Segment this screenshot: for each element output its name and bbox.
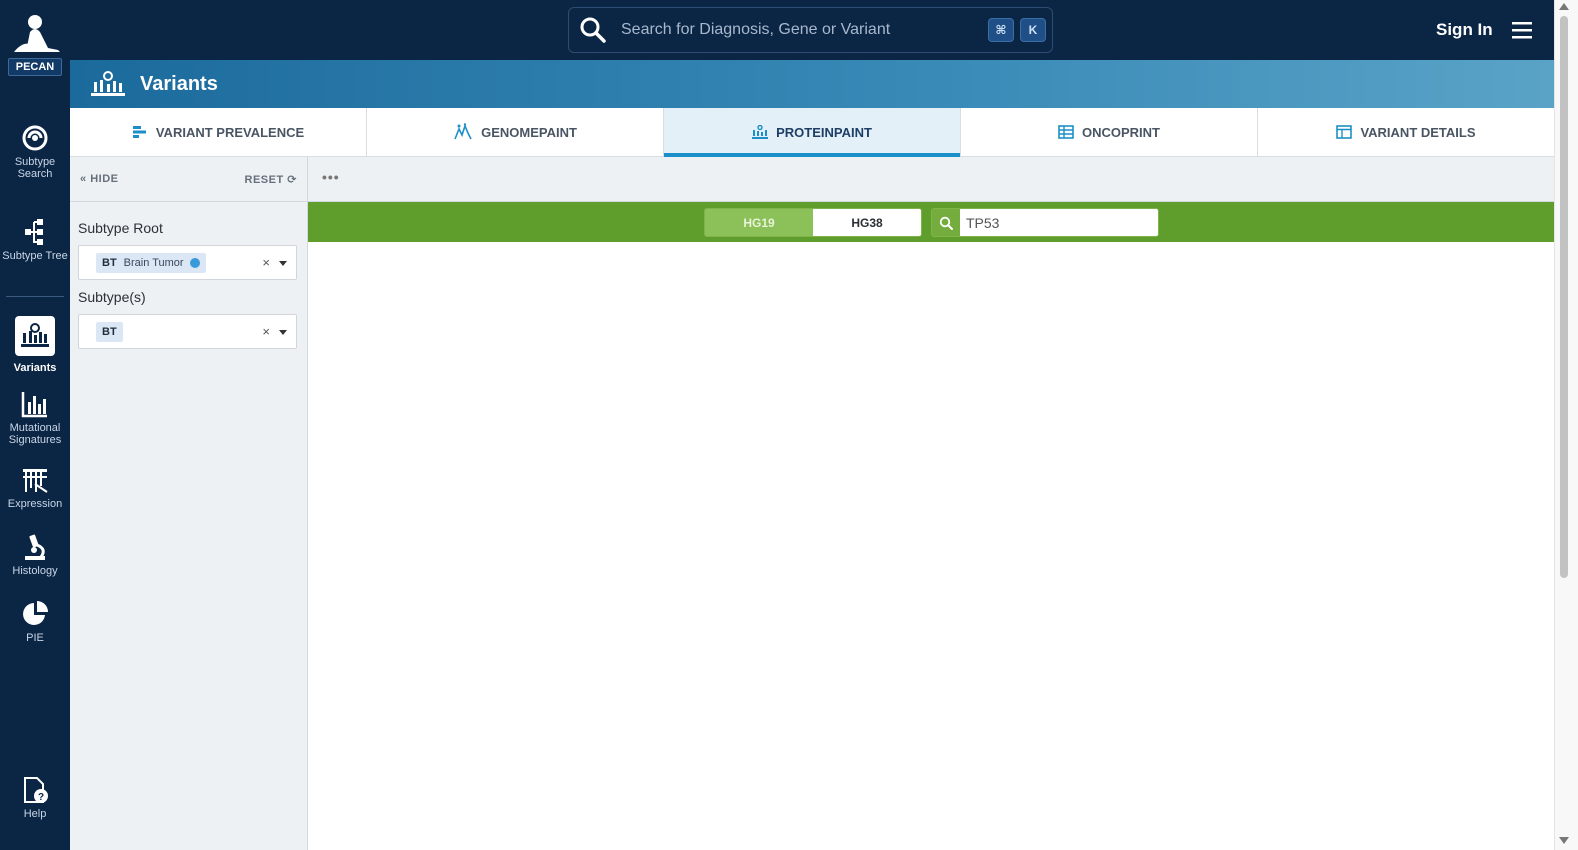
svg-text:?: ? <box>38 792 44 803</box>
rail-item-subtype-tree[interactable]: Subtype Tree <box>0 218 70 262</box>
chip-code: BT <box>102 326 117 338</box>
tab-genomepaint[interactable]: GENOMEPAINT <box>367 108 664 156</box>
tab-label: VARIANT PREVALENCE <box>155 124 305 140</box>
st-jude-logo-icon <box>14 15 60 52</box>
gene-search: TP53 <box>931 208 1159 237</box>
reset-label: RESET <box>244 174 284 186</box>
proteinpaint-header-bar: HG19 HG38 TP53 <box>308 202 1554 242</box>
sign-in-button[interactable]: Sign In <box>1436 20 1493 40</box>
bar-list-icon <box>132 126 146 138</box>
hide-panel-button[interactable]: « HIDE <box>80 173 118 185</box>
filter-panel-header: « HIDE RESET ⟳ <box>70 157 307 202</box>
left-nav-rail: PECAN Subtype Search Subtype Tree Varian… <box>0 0 70 850</box>
pie-chart-icon <box>23 601 48 625</box>
rail-label: Subtype Tree <box>2 250 68 262</box>
scroll-thumb[interactable] <box>1560 16 1568 578</box>
refresh-icon: ⟳ <box>287 174 297 186</box>
genome-build-toggle: HG19 HG38 <box>704 208 922 237</box>
columns-table-icon <box>1336 125 1353 139</box>
rail-item-mutational-signatures[interactable]: Mutational Signatures <box>0 390 70 446</box>
search-icon[interactable] <box>932 209 960 236</box>
info-dot-icon <box>189 258 200 268</box>
build-hg19-button[interactable]: HG19 <box>705 209 813 236</box>
tab-oncoprint[interactable]: ONCOPRINT <box>961 108 1258 156</box>
variants-icon <box>21 323 49 347</box>
proteinpaint-view: ••• HG19 HG38 TP53 <box>308 157 1554 850</box>
tab-variant-prevalence[interactable]: VARIANT PREVALENCE <box>70 108 367 156</box>
rail-item-variants[interactable]: Variants <box>0 316 70 374</box>
global-search[interactable]: Search for Diagnosis, Gene or Variant ⌘ … <box>568 7 1053 53</box>
subtypes-select[interactable]: BT × <box>78 314 297 349</box>
chip-code: BT <box>102 257 117 269</box>
subtype-tree-icon <box>25 219 43 245</box>
genomepaint-icon <box>454 123 472 140</box>
rail-label: Histology <box>12 565 58 577</box>
tab-proteinpaint[interactable]: PROTEINPAINT <box>664 108 961 157</box>
page-header: Variants <box>70 60 1554 108</box>
mutational-signatures-icon <box>21 392 47 418</box>
double-chevron-left-icon: « <box>80 173 87 185</box>
tab-variant-details[interactable]: VARIANT DETAILS <box>1258 108 1554 156</box>
rail-divider <box>6 296 64 297</box>
tab-label: VARIANT DETAILS <box>1360 124 1476 140</box>
rail-item-help[interactable]: ? Help <box>0 776 70 820</box>
rail-label: Variants <box>13 362 57 374</box>
more-options-icon[interactable]: ••• <box>322 169 340 185</box>
subtype-root-label: Subtype Root <box>78 220 163 236</box>
pecan-logo[interactable]: PECAN <box>8 12 62 84</box>
search-input[interactable]: Search for Diagnosis, Gene or Variant <box>621 21 988 39</box>
tab-label: PROTEINPAINT <box>776 124 872 140</box>
rail-label: Subtype Search <box>14 156 56 180</box>
tab-label: GENOMEPAINT <box>481 124 577 140</box>
top-bar: Search for Diagnosis, Gene or Variant ⌘ … <box>70 0 1554 60</box>
rail-item-subtype-search[interactable]: Subtype Search <box>0 124 70 180</box>
page-title: Variants <box>140 73 218 95</box>
filter-panel: « HIDE RESET ⟳ Subtype Root BT Brain Tum… <box>70 157 308 850</box>
rail-item-pie[interactable]: PIE <box>0 600 70 644</box>
help-document-icon: ? <box>24 777 48 803</box>
subtypes-label: Subtype(s) <box>78 289 146 305</box>
tab-label: ONCOPRINT <box>1082 124 1160 140</box>
chevron-down-icon[interactable] <box>279 261 287 266</box>
rail-item-histology[interactable]: Histology <box>0 533 70 577</box>
microscope-icon <box>25 534 45 560</box>
subtype-search-icon <box>22 125 48 151</box>
chevron-down-icon[interactable] <box>279 330 287 335</box>
subtype-root-select[interactable]: BT Brain Tumor × <box>78 245 297 280</box>
kbd-k-key: K <box>1020 18 1046 42</box>
rail-label: Expression <box>7 498 63 510</box>
grid-table-icon <box>1058 125 1074 139</box>
expression-icon <box>23 469 48 493</box>
app-root: PECAN Subtype Search Subtype Tree Varian… <box>0 0 1578 850</box>
gene-search-input[interactable]: TP53 <box>960 209 1158 236</box>
subtypes-chip[interactable]: BT <box>96 322 123 342</box>
reset-button[interactable]: RESET ⟳ <box>245 173 297 186</box>
subtype-root-chip[interactable]: BT Brain Tumor <box>96 253 206 273</box>
clear-icon[interactable]: × <box>262 255 270 270</box>
proteinpaint-icon <box>752 125 769 139</box>
rail-item-expression[interactable]: Expression <box>0 466 70 510</box>
scroll-down-arrow-icon[interactable] <box>1559 837 1569 844</box>
clear-icon[interactable]: × <box>262 324 270 339</box>
hamburger-menu-icon[interactable] <box>1511 20 1533 40</box>
hide-label: HIDE <box>90 173 119 185</box>
page-scrollbar[interactable] <box>1554 0 1578 850</box>
rail-label: Help <box>23 808 47 820</box>
rail-label: PIE <box>26 632 44 644</box>
rail-label: Mutational Signatures <box>8 422 62 446</box>
view-toolbar: ••• <box>308 157 1554 202</box>
pecan-badge: PECAN <box>8 58 62 76</box>
kbd-cmd-key: ⌘ <box>988 18 1014 42</box>
variants-icon <box>91 71 125 96</box>
active-indicator <box>15 316 55 356</box>
chip-name: Brain Tumor <box>123 257 184 269</box>
scroll-up-arrow-icon[interactable] <box>1559 3 1569 10</box>
build-hg38-button[interactable]: HG38 <box>813 209 921 236</box>
view-tabs: VARIANT PREVALENCE GENOMEPAINT PROTEINPA… <box>70 108 1554 157</box>
search-icon <box>580 17 606 43</box>
